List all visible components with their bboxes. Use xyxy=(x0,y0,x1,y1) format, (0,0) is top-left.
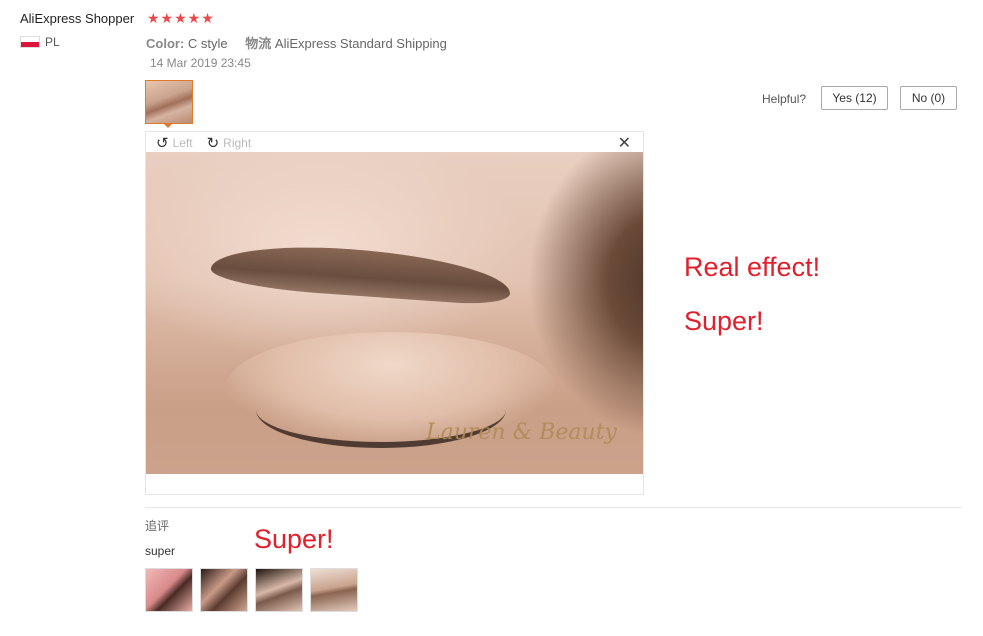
rotate-right-button[interactable]: Right xyxy=(223,136,251,150)
followup-photo-thumbnail[interactable] xyxy=(255,568,303,612)
review-date: 14 Mar 2019 23:45 xyxy=(150,56,251,70)
review-photo-thumbnail-selected[interactable] xyxy=(145,80,193,124)
helpful-label: Helpful? xyxy=(762,92,807,106)
poland-flag-icon xyxy=(20,36,40,48)
color-value: C style xyxy=(187,36,228,51)
reviewer-country: PL xyxy=(45,35,60,49)
photo-viewer: ↺ Left ↻ Right ✕ Lauren & Beauty xyxy=(145,131,644,495)
color-label: Color: xyxy=(146,36,185,51)
reviewer-name: AliExpress Shopper xyxy=(20,11,135,26)
followup-text: super xyxy=(145,544,176,558)
rotate-left-icon[interactable]: ↺ xyxy=(156,134,169,152)
followup-photo-thumbnail[interactable] xyxy=(200,568,248,612)
shipping-value: AliExpress Standard Shipping xyxy=(274,36,447,51)
thumbnail-pointer-icon xyxy=(163,123,173,128)
viewer-toolbar: ↺ Left ↻ Right xyxy=(156,134,261,152)
helpful-no-button[interactable]: No (0) xyxy=(900,86,957,110)
helpful-yes-button[interactable]: Yes (12) xyxy=(821,86,888,110)
overlay-text-super-2: Super! xyxy=(254,524,334,554)
divider xyxy=(145,507,962,508)
review-photo-large: Lauren & Beauty xyxy=(146,152,643,474)
overlay-text-real-effect: Real effect! xyxy=(684,252,821,282)
shipping-label: 物流 xyxy=(245,36,272,51)
photo-watermark: Lauren & Beauty xyxy=(426,420,617,445)
star-rating: ★★★★★ xyxy=(147,10,215,26)
followup-photo-thumbnail[interactable] xyxy=(145,568,193,612)
rotate-left-button[interactable]: Left xyxy=(173,136,193,150)
followup-label: 追评 xyxy=(145,519,170,533)
followup-photo-thumbnail[interactable] xyxy=(310,568,358,612)
overlay-text-super-1: Super! xyxy=(684,306,764,336)
order-info: Color: C style 物流 AliExpress Standard Sh… xyxy=(146,33,447,52)
close-icon[interactable]: ✕ xyxy=(618,133,631,153)
eyebrow-shape xyxy=(209,239,513,307)
rotate-right-icon[interactable]: ↻ xyxy=(207,134,220,152)
